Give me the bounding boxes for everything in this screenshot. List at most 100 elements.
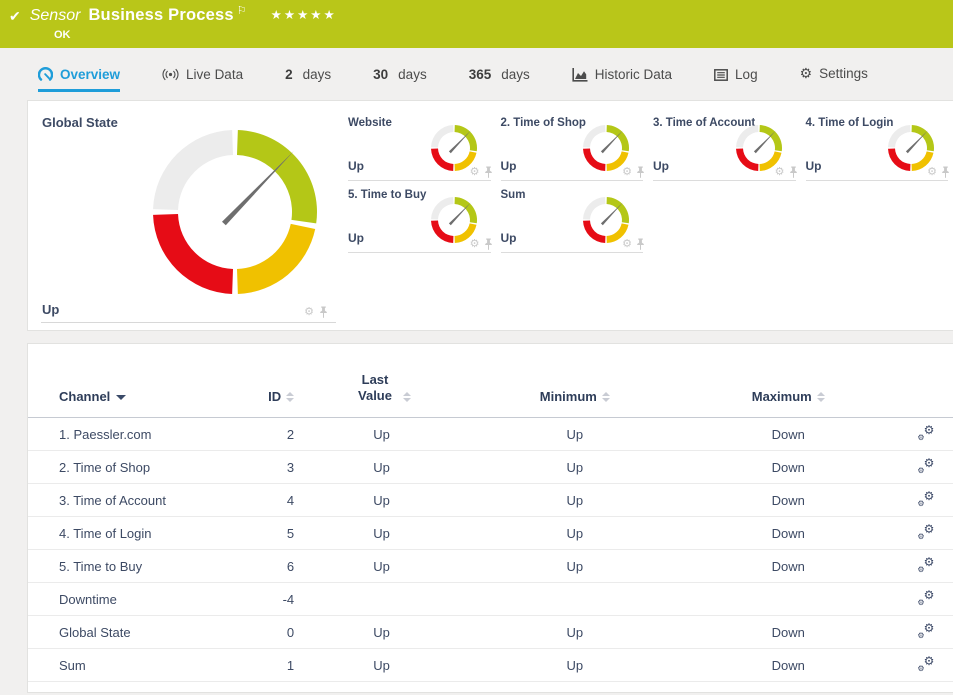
pin-icon[interactable]	[636, 166, 645, 178]
channel-name[interactable]: 4. Time of Login	[28, 517, 234, 550]
channel-name[interactable]: 5. Time to Buy	[28, 550, 234, 583]
channel-name[interactable]: Sum	[28, 649, 234, 682]
channel-name[interactable]: Downtime	[28, 583, 234, 616]
live-data-icon	[162, 68, 179, 81]
pin-icon[interactable]	[789, 166, 798, 178]
column-label: Last Value	[352, 372, 398, 404]
channel-settings-icon[interactable]: ⚙⚙	[917, 623, 934, 639]
flag-icon[interactable]: ⚐	[237, 4, 247, 17]
gear-icon[interactable]: ⚙	[622, 239, 632, 250]
gear-icon[interactable]: ⚙	[775, 167, 785, 178]
log-icon	[714, 69, 728, 81]
channel-settings-icon[interactable]: ⚙⚙	[917, 458, 934, 474]
channel-settings-icon[interactable]: ⚙⚙	[917, 656, 934, 672]
global-state-gauge	[150, 127, 320, 302]
channel-last-value: Up	[296, 616, 467, 649]
channel-last-value: Up	[296, 418, 467, 451]
channel-maximum: Down	[683, 418, 894, 451]
global-state-widget: Global State Up ⚙	[28, 101, 340, 330]
channel-minimum: Up	[467, 517, 683, 550]
sort-desc-icon	[116, 395, 126, 400]
channel-id: 1	[234, 649, 296, 682]
channel-settings-icon[interactable]: ⚙⚙	[917, 425, 934, 441]
table-row[interactable]: Global State 0 Up Up Down ⚙⚙	[28, 616, 953, 649]
channel-last-value: Up	[296, 550, 467, 583]
column-header-last-value[interactable]: Last Value	[296, 344, 467, 418]
channel-minimum: Up	[467, 649, 683, 682]
tab-365-days[interactable]: 365 days	[469, 67, 530, 92]
channel-id: -4	[234, 583, 296, 616]
channel-minimum: Up	[467, 418, 683, 451]
column-header-id[interactable]: ID	[234, 344, 296, 418]
column-label: Maximum	[752, 389, 812, 404]
gear-icon[interactable]: ⚙	[470, 239, 480, 250]
channel-maximum: Down	[683, 484, 894, 517]
tab-strip: Overview Live Data 2 days 30 days 365 da…	[0, 48, 953, 92]
gauge-status-value: Up	[653, 159, 669, 173]
tab-settings[interactable]: ⚙ Settings	[800, 65, 868, 92]
table-row[interactable]: 5. Time to Buy 6 Up Up Down ⚙⚙	[28, 550, 953, 583]
gear-icon[interactable]: ⚙	[470, 167, 480, 178]
channel-settings-icon[interactable]: ⚙⚙	[917, 590, 934, 606]
gauge-status-value: Up	[348, 159, 364, 173]
gear-icon[interactable]: ⚙	[927, 167, 937, 178]
column-header-minimum[interactable]: Minimum	[467, 344, 683, 418]
pin-icon[interactable]	[941, 166, 950, 178]
gauge-status-value: Up	[501, 159, 517, 173]
tab-label: Overview	[60, 67, 120, 82]
sort-icon	[602, 392, 610, 402]
tab-label: Historic Data	[595, 67, 672, 82]
table-row[interactable]: 3. Time of Account 4 Up Up Down ⚙⚙	[28, 484, 953, 517]
table-row[interactable]: 1. Paessler.com 2 Up Up Down ⚙⚙	[28, 418, 953, 451]
table-row[interactable]: 2. Time of Shop 3 Up Up Down ⚙⚙	[28, 451, 953, 484]
sort-icon	[817, 392, 825, 402]
tab-historic-data[interactable]: Historic Data	[572, 67, 672, 92]
channel-maximum: Down	[683, 451, 894, 484]
gear-icon[interactable]: ⚙	[304, 307, 314, 318]
gauge-widget-title: Global State	[42, 115, 118, 130]
tab-2-days[interactable]: 2 days	[285, 67, 331, 92]
pin-icon[interactable]	[319, 306, 328, 318]
gear-icon[interactable]: ⚙	[622, 167, 632, 178]
gauge-status-value: Up	[348, 231, 364, 245]
tab-overview[interactable]: Overview	[38, 67, 120, 92]
gauge-widget-5-time-to-buy: 5. Time to Buy Up ⚙	[348, 181, 491, 253]
channel-maximum: Down	[683, 649, 894, 682]
channels-table: Channel ID Last Value Minimum Maximum 1.…	[28, 344, 953, 682]
table-row[interactable]: 4. Time of Login 5 Up Up Down ⚙⚙	[28, 517, 953, 550]
channel-settings-icon[interactable]: ⚙⚙	[917, 491, 934, 507]
channel-name[interactable]: 3. Time of Account	[28, 484, 234, 517]
table-row[interactable]: Sum 1 Up Up Down ⚙⚙	[28, 649, 953, 682]
channel-name[interactable]: Global State	[28, 616, 234, 649]
channel-last-value: Up	[296, 517, 467, 550]
channel-name[interactable]: 1. Paessler.com	[28, 418, 234, 451]
channel-settings-icon[interactable]: ⚙⚙	[917, 524, 934, 540]
pin-icon[interactable]	[636, 238, 645, 250]
column-header-maximum[interactable]: Maximum	[683, 344, 894, 418]
tab-number: 2	[285, 67, 293, 82]
channel-id: 0	[234, 616, 296, 649]
status-badge: OK	[54, 29, 953, 41]
pin-icon[interactable]	[484, 166, 493, 178]
pin-icon[interactable]	[484, 238, 493, 250]
tab-label: days	[303, 67, 332, 82]
channel-name[interactable]: 2. Time of Shop	[28, 451, 234, 484]
tab-log[interactable]: Settings Log	[714, 67, 758, 92]
tab-label: Settings	[819, 66, 868, 81]
channel-maximum: Down	[683, 616, 894, 649]
channel-minimum: Up	[467, 451, 683, 484]
table-row[interactable]: Downtime -4 ⚙⚙	[28, 583, 953, 616]
gauge-widget-website: Website Up ⚙	[348, 109, 491, 181]
column-header-channel[interactable]: Channel	[28, 344, 234, 418]
channel-id: 5	[234, 517, 296, 550]
channel-minimum: Up	[467, 550, 683, 583]
tab-30-days[interactable]: 30 days	[373, 67, 427, 92]
channel-id: 3	[234, 451, 296, 484]
channel-minimum: Up	[467, 616, 683, 649]
channel-last-value: Up	[296, 484, 467, 517]
tab-live-data[interactable]: Live Data	[162, 67, 243, 92]
channel-settings-icon[interactable]: ⚙⚙	[917, 557, 934, 573]
column-label: Channel	[59, 389, 110, 404]
priority-stars[interactable]: ★★★★★	[271, 7, 337, 22]
tab-number: 30	[373, 67, 388, 82]
